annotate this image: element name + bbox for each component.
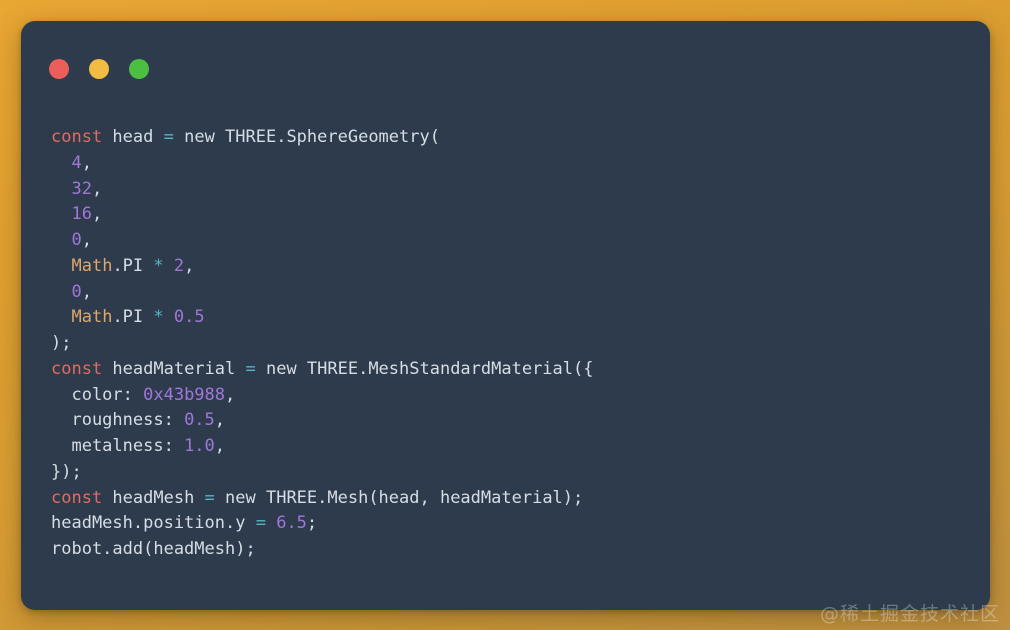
code-token-plain: headMesh bbox=[102, 487, 205, 508]
code-line: 0, bbox=[51, 228, 976, 254]
code-token-punct: , bbox=[81, 152, 92, 173]
code-token-plain: new THREE.SphereGeometry( bbox=[173, 127, 440, 147]
code-token-number: 6.5 bbox=[276, 513, 307, 534]
code-line: Math.PI * 0.5 bbox=[51, 305, 976, 331]
code-line: roughness: 0.5, bbox=[51, 408, 976, 434]
code-token-punct: , bbox=[81, 281, 92, 302]
code-token-punct: }); bbox=[51, 461, 82, 482]
code-token-punct: , bbox=[225, 384, 236, 405]
code-token-punct: ); bbox=[51, 333, 72, 353]
code-line: const headMesh = new THREE.Mesh(head, he… bbox=[51, 486, 976, 512]
code-token-number: 32 bbox=[71, 178, 92, 199]
code-token-operator: * bbox=[153, 255, 164, 276]
code-token-number: 0x43b988 bbox=[143, 384, 226, 405]
code-token-prop: metalness: bbox=[51, 436, 185, 456]
code-token-punct: , bbox=[91, 204, 103, 225]
code-token-prop: roughness: bbox=[51, 410, 185, 431]
code-token-plain: new THREE.Mesh(head, headMaterial); bbox=[214, 487, 584, 508]
code-token-keyword: const bbox=[51, 358, 103, 379]
code-token-keyword: const bbox=[51, 487, 103, 508]
code-line: 32, bbox=[51, 177, 976, 203]
code-token-number: 2 bbox=[173, 255, 185, 276]
code-line: const head = new THREE.SphereGeometry( bbox=[51, 125, 976, 151]
code-token-number: 4 bbox=[71, 152, 82, 173]
code-token-prop: color: bbox=[51, 384, 144, 405]
code-token-number: 1.0 bbox=[184, 436, 215, 456]
code-token-keyword: const bbox=[51, 127, 103, 147]
code-token-number: 0.5 bbox=[184, 410, 215, 431]
code-block[interactable]: const head = new THREE.SphereGeometry( 4… bbox=[51, 125, 976, 600]
code-token-number: 0.5 bbox=[173, 307, 205, 328]
code-token-plain: headMesh.position.y bbox=[51, 513, 256, 534]
code-line: }); bbox=[51, 460, 976, 486]
code-line: 16, bbox=[51, 202, 976, 228]
code-line: Math.PI * 2, bbox=[51, 254, 976, 280]
code-token-number: 0 bbox=[71, 230, 82, 250]
code-line: 4, bbox=[51, 151, 976, 177]
window-titlebar bbox=[49, 53, 149, 85]
code-token-punct: , bbox=[81, 230, 92, 250]
screenshot-canvas: const head = new THREE.SphereGeometry( 4… bbox=[0, 0, 1010, 630]
code-line: ); bbox=[51, 331, 976, 357]
code-line: metalness: 1.0, bbox=[51, 434, 976, 460]
code-window: const head = new THREE.SphereGeometry( 4… bbox=[21, 21, 990, 610]
code-line: 0, bbox=[51, 280, 976, 306]
code-token-operator: = bbox=[255, 513, 266, 534]
window-minimize-button[interactable] bbox=[89, 59, 109, 79]
code-token-punct: , bbox=[214, 436, 226, 456]
code-token-operator: = bbox=[204, 487, 215, 508]
code-token-operator: = bbox=[163, 127, 174, 147]
code-token-operator: * bbox=[153, 307, 164, 328]
code-token-plain: new THREE.MeshStandardMaterial({ bbox=[255, 358, 594, 379]
code-line: headMesh.position.y = 6.5; bbox=[51, 511, 976, 537]
code-token-plain: headMaterial bbox=[102, 358, 246, 379]
code-line: robot.add(headMesh); bbox=[51, 537, 976, 563]
code-token-punct: , bbox=[91, 178, 103, 199]
window-maximize-button[interactable] bbox=[129, 59, 149, 79]
code-token-number: 0 bbox=[71, 281, 82, 302]
code-token-plain: head bbox=[102, 127, 164, 147]
code-token-plain: robot.add(headMesh); bbox=[51, 539, 256, 559]
code-token-plain: .PI bbox=[112, 255, 154, 276]
code-line: color: 0x43b988, bbox=[51, 383, 976, 409]
code-token-punct: , bbox=[214, 410, 226, 431]
window-close-button[interactable] bbox=[49, 59, 69, 79]
code-token-builtin: Math bbox=[71, 307, 113, 328]
code-token-punct: , bbox=[184, 255, 195, 276]
code-token-operator: = bbox=[245, 358, 256, 379]
code-line: const headMaterial = new THREE.MeshStand… bbox=[51, 357, 976, 383]
code-token-number: 16 bbox=[71, 204, 92, 225]
code-token-builtin: Math bbox=[71, 255, 113, 276]
code-token-plain: .PI bbox=[112, 307, 154, 328]
code-token-punct: ; bbox=[306, 513, 318, 534]
